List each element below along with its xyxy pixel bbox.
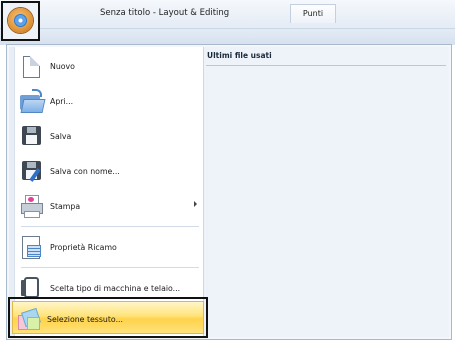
recent-files-panel: Ultimi file usati xyxy=(204,47,449,337)
menu-command-list: Nuovo Apri... Salva Salva con nome... St… xyxy=(9,47,204,337)
tab-punti[interactable]: Punti xyxy=(290,4,336,23)
menu-item-salva-con-nome[interactable]: Salva con nome... xyxy=(15,155,201,187)
menu-item-label: Nuovo xyxy=(50,61,75,71)
menu-item-proprieta-ricamo[interactable]: Proprietà Ricamo xyxy=(15,231,201,263)
ribbon-strip xyxy=(0,28,455,45)
save-disk-icon xyxy=(19,124,43,148)
app-orb-icon xyxy=(8,8,33,33)
print-icon xyxy=(19,194,43,218)
new-document-icon xyxy=(19,54,43,78)
title-bar: Senza titolo - Layout & Editing Punti xyxy=(0,0,455,45)
menu-item-apri[interactable]: Apri... xyxy=(15,85,201,117)
menu-item-label: Salva con nome... xyxy=(50,166,120,176)
menu-separator xyxy=(21,267,199,268)
menu-item-label: Scelta tipo di macchina e telaio... xyxy=(50,283,181,293)
menu-item-salva[interactable]: Salva xyxy=(15,120,201,152)
open-folder-icon xyxy=(19,89,46,113)
menu-item-label: Stampa xyxy=(50,201,81,211)
embroidery-properties-icon xyxy=(19,235,43,259)
menu-item-selezione-tessuto[interactable]: Selezione tessuto... xyxy=(8,297,208,338)
menu-item-label: Salva xyxy=(50,131,72,141)
app-menu-button[interactable] xyxy=(1,1,40,41)
menu-item-stampa[interactable]: Stampa xyxy=(15,190,201,222)
recent-header-divider xyxy=(206,65,446,66)
save-as-icon xyxy=(19,159,43,183)
submenu-arrow-icon xyxy=(194,201,197,207)
menu-item-label: Apri... xyxy=(50,96,74,106)
menu-item-label: Proprietà Ricamo xyxy=(50,242,117,252)
window-title: Senza titolo - Layout & Editing xyxy=(100,8,230,18)
menu-item-content: Selezione tessuto... xyxy=(12,303,206,335)
fabric-selection-icon xyxy=(16,307,41,331)
menu-item-nuovo[interactable]: Nuovo xyxy=(15,50,201,82)
menu-separator xyxy=(21,226,199,227)
menu-item-label: Selezione tessuto... xyxy=(47,314,124,324)
application-menu: Nuovo Apri... Salva Salva con nome... St… xyxy=(6,44,452,340)
recent-files-header: Ultimi file usati xyxy=(207,51,272,60)
